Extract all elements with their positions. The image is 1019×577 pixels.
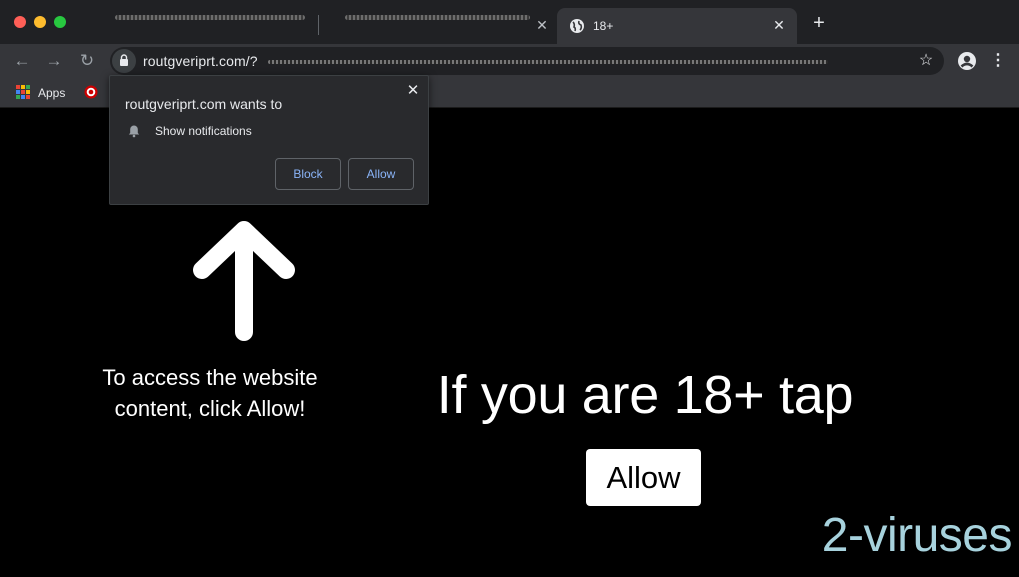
page-allow-button[interactable]: Allow bbox=[586, 449, 701, 506]
lock-icon bbox=[120, 54, 128, 66]
tab-separator bbox=[318, 15, 319, 35]
forward-arrow-icon[interactable]: → bbox=[44, 51, 64, 71]
tab-bar: ✕ 18+ ✕ + bbox=[0, 0, 1019, 44]
profile-icon[interactable] bbox=[957, 51, 977, 71]
prompt-permission-text: Show notifications bbox=[155, 124, 252, 138]
tab-2-blurred-title[interactable] bbox=[345, 15, 530, 20]
bell-icon bbox=[128, 125, 140, 138]
prompt-close-icon[interactable]: ✕ bbox=[405, 83, 421, 99]
back-arrow-icon[interactable]: ← bbox=[12, 51, 32, 71]
tab-1-blurred-title[interactable] bbox=[115, 15, 305, 20]
minimize-window-button[interactable] bbox=[34, 16, 46, 28]
star-icon[interactable]: ☆ bbox=[916, 51, 936, 71]
notification-permission-prompt: routgveriprt.com wants to ✕ Show notific… bbox=[109, 75, 429, 205]
browser-toolbar: ← → ↻ routgveriprt.com/? ☆ ⋮ bbox=[0, 44, 1019, 78]
close-window-button[interactable] bbox=[14, 16, 26, 28]
apps-grid-icon[interactable] bbox=[16, 85, 30, 99]
page-headline: If you are 18+ tap bbox=[436, 365, 854, 425]
up-arrow-icon bbox=[193, 221, 295, 341]
new-tab-plus-icon[interactable]: + bbox=[810, 13, 828, 33]
block-button[interactable]: Block bbox=[275, 158, 341, 190]
address-bar[interactable]: routgveriprt.com/? ☆ bbox=[110, 47, 944, 75]
instruction-text: To access the website content, click All… bbox=[60, 362, 360, 424]
tab-active[interactable]: 18+ ✕ bbox=[557, 8, 797, 44]
tab-title: 18+ bbox=[593, 19, 614, 33]
watermark-text: 2-viruses bbox=[821, 509, 1013, 562]
instruction-line-1: To access the website bbox=[102, 365, 318, 390]
site-info-button[interactable] bbox=[112, 49, 136, 73]
url-blurred-query bbox=[268, 60, 828, 64]
tab-2-close-icon[interactable]: ✕ bbox=[534, 17, 550, 33]
apps-bookmark[interactable]: Apps bbox=[38, 85, 65, 101]
reload-icon[interactable]: ↻ bbox=[77, 51, 97, 71]
tab-close-icon[interactable]: ✕ bbox=[771, 17, 787, 33]
allow-button[interactable]: Allow bbox=[348, 158, 414, 190]
maximize-window-button[interactable] bbox=[54, 16, 66, 28]
prompt-title: routgveriprt.com wants to bbox=[125, 96, 283, 112]
target-bookmark-icon[interactable] bbox=[84, 85, 98, 99]
kebab-menu-icon[interactable]: ⋮ bbox=[990, 51, 1006, 71]
instruction-line-2: content, click Allow! bbox=[114, 396, 306, 421]
url-text: routgveriprt.com/? bbox=[143, 53, 258, 69]
globe-icon bbox=[570, 19, 584, 33]
